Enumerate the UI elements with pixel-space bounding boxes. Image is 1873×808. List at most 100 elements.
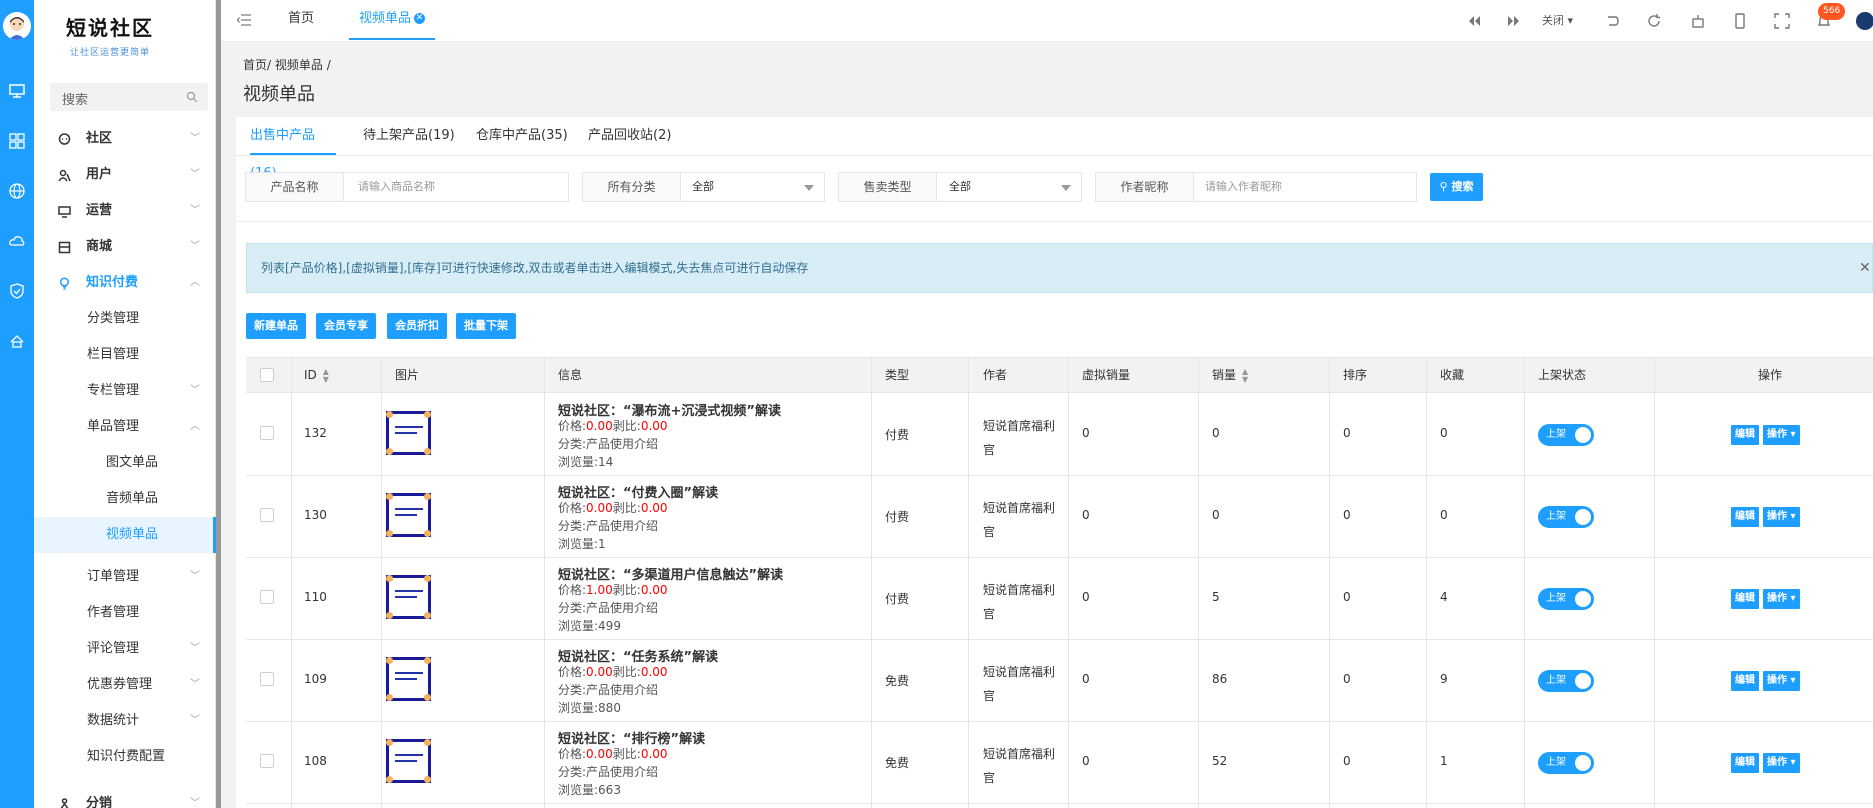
price-value[interactable]: 0.00: [586, 501, 613, 515]
tab-pending[interactable]: 待上架产品(19): [363, 117, 455, 155]
close-icon[interactable]: ✕: [414, 13, 426, 24]
sidebar-item-distribution[interactable]: 分销 ﹀: [34, 786, 216, 808]
cloud-home-icon[interactable]: [8, 332, 26, 350]
product-thumbnail[interactable]: [386, 493, 431, 537]
edit-button[interactable]: 编辑: [1731, 671, 1759, 691]
sidebar-item-single-manage[interactable]: 单品管理 ︿: [34, 409, 216, 445]
price-value[interactable]: 0.00: [586, 419, 613, 433]
operation-dropdown[interactable]: 操作 ▾: [1763, 671, 1800, 691]
row-checkbox[interactable]: [260, 754, 274, 768]
top-avatar[interactable]: [1856, 12, 1873, 30]
tab-recycle-bin[interactable]: 产品回收站(2): [588, 117, 671, 155]
sidebar-item-community[interactable]: 社区 ﹀: [34, 121, 216, 157]
operation-dropdown[interactable]: 操作 ▾: [1763, 507, 1800, 527]
tab-warehouse[interactable]: 仓库中产品(35): [476, 117, 568, 155]
tab-home[interactable]: 首页: [288, 0, 314, 40]
operation-dropdown[interactable]: 操作 ▾: [1763, 589, 1800, 609]
tab-video-single[interactable]: 视频单品 ✕: [349, 0, 436, 40]
sidebar-item-users[interactable]: 用户 ﹀: [34, 157, 216, 193]
sidebar-item-knowledge-config[interactable]: 知识付费配置: [34, 739, 216, 775]
operation-dropdown[interactable]: 操作 ▾: [1763, 753, 1800, 773]
operation-dropdown[interactable]: 操作 ▾: [1763, 425, 1800, 445]
forward-icon[interactable]: [1506, 13, 1522, 29]
status-toggle[interactable]: 上架: [1538, 588, 1594, 610]
header-id[interactable]: ID ▲ ▼: [304, 358, 329, 393]
sidebar-search-input[interactable]: 搜索: [50, 83, 208, 111]
cell-sort[interactable]: 0: [1343, 426, 1351, 440]
sidebar-item-knowledge-pay[interactable]: 知识付费 ︿: [34, 265, 216, 301]
edit-button[interactable]: 编辑: [1731, 425, 1759, 445]
edit-button[interactable]: 编辑: [1731, 507, 1759, 527]
shield-icon[interactable]: [8, 282, 26, 300]
sidebar-item-article-single[interactable]: 图文单品: [34, 445, 216, 481]
price-value[interactable]: 0.00: [586, 747, 613, 761]
product-thumbnail[interactable]: [386, 739, 431, 783]
sort-icon[interactable]: ▲ ▼: [323, 367, 329, 384]
select-all-checkbox[interactable]: [260, 368, 274, 382]
cell-virtual-sales[interactable]: 0: [1082, 426, 1090, 440]
undo-icon[interactable]: [1604, 13, 1620, 29]
sidebar-item-comment-manage[interactable]: 评论管理 ﹀: [34, 631, 216, 667]
globe-icon[interactable]: [8, 182, 26, 200]
row-checkbox[interactable]: [260, 426, 274, 440]
search-button[interactable]: ⚲ 搜索: [1430, 173, 1483, 201]
sidebar-item-special-manage[interactable]: 专栏管理 ﹀: [34, 373, 216, 409]
edit-button[interactable]: 编辑: [1731, 753, 1759, 773]
product-name-input[interactable]: 请输入商品名称: [358, 173, 435, 201]
menu-fold-icon[interactable]: [237, 14, 251, 26]
mobile-icon[interactable]: [1732, 13, 1748, 29]
cell-virtual-sales[interactable]: 0: [1082, 508, 1090, 522]
sidebar-item-data-stats[interactable]: 数据统计 ﹀: [34, 703, 216, 739]
cell-virtual-sales[interactable]: 0: [1082, 590, 1090, 604]
monitor-icon[interactable]: [8, 82, 26, 100]
tab-on-sale[interactable]: 出售中产品(16): [250, 117, 336, 181]
edit-button[interactable]: 编辑: [1731, 589, 1759, 609]
row-checkbox[interactable]: [260, 590, 274, 604]
cell-sort[interactable]: 0: [1343, 672, 1351, 686]
backward-icon[interactable]: [1466, 13, 1482, 29]
cell-sort[interactable]: 0: [1343, 754, 1351, 768]
category-select[interactable]: 全部: [692, 173, 714, 201]
refresh-icon[interactable]: [1646, 13, 1662, 29]
product-thumbnail[interactable]: [386, 657, 431, 701]
grid-icon[interactable]: [8, 132, 26, 150]
close-menu[interactable]: 关闭 ▾: [1542, 12, 1573, 28]
new-single-button[interactable]: 新建单品: [246, 313, 306, 339]
sort-icon[interactable]: ▲ ▼: [1242, 367, 1248, 384]
breadcrumb-home[interactable]: 首页: [243, 58, 267, 72]
sale-type-select[interactable]: 全部: [949, 173, 971, 201]
sidebar-item-video-single[interactable]: 视频单品: [34, 517, 216, 553]
status-toggle[interactable]: 上架: [1538, 670, 1594, 692]
status-toggle[interactable]: 上架: [1538, 424, 1594, 446]
sidebar-item-operations[interactable]: 运营 ﹀: [34, 193, 216, 229]
sidebar-item-category-manage[interactable]: 分类管理: [34, 301, 216, 337]
product-thumbnail[interactable]: [386, 575, 431, 619]
product-thumbnail[interactable]: [386, 411, 431, 455]
batch-off-shelf-button[interactable]: 批量下架: [456, 313, 516, 339]
sidebar-item-coupon-manage[interactable]: 优惠券管理 ﹀: [34, 667, 216, 703]
member-exclusive-button[interactable]: 会员专享: [316, 313, 376, 339]
header-sales[interactable]: 销量 ▲ ▼: [1212, 358, 1248, 393]
cell-virtual-sales[interactable]: 0: [1082, 672, 1090, 686]
price-value[interactable]: 1.00: [586, 583, 613, 597]
sidebar-item-shop[interactable]: 商城 ﹀: [34, 229, 216, 265]
cell-sort[interactable]: 0: [1343, 508, 1351, 522]
status-toggle[interactable]: 上架: [1538, 752, 1594, 774]
row-checkbox[interactable]: [260, 508, 274, 522]
member-discount-button[interactable]: 会员折扣: [387, 313, 447, 339]
close-icon[interactable]: ✕: [1859, 244, 1871, 292]
clear-cache-icon[interactable]: [1690, 13, 1706, 29]
row-checkbox[interactable]: [260, 672, 274, 686]
sidebar-item-column-manage[interactable]: 栏目管理: [34, 337, 216, 373]
fullscreen-icon[interactable]: [1774, 13, 1790, 29]
price-value[interactable]: 0.00: [586, 665, 613, 679]
author-input[interactable]: 请输入作者昵称: [1205, 173, 1282, 201]
sidebar-item-author-manage[interactable]: 作者管理: [34, 595, 216, 631]
user-avatar[interactable]: [3, 12, 31, 40]
sidebar-item-order-manage[interactable]: 订单管理 ﹀: [34, 559, 216, 595]
status-toggle[interactable]: 上架: [1538, 506, 1594, 528]
cloud-icon[interactable]: [8, 232, 26, 250]
sidebar-item-audio-single[interactable]: 音频单品: [34, 481, 216, 517]
cell-sort[interactable]: 0: [1343, 590, 1351, 604]
cell-virtual-sales[interactable]: 0: [1082, 754, 1090, 768]
